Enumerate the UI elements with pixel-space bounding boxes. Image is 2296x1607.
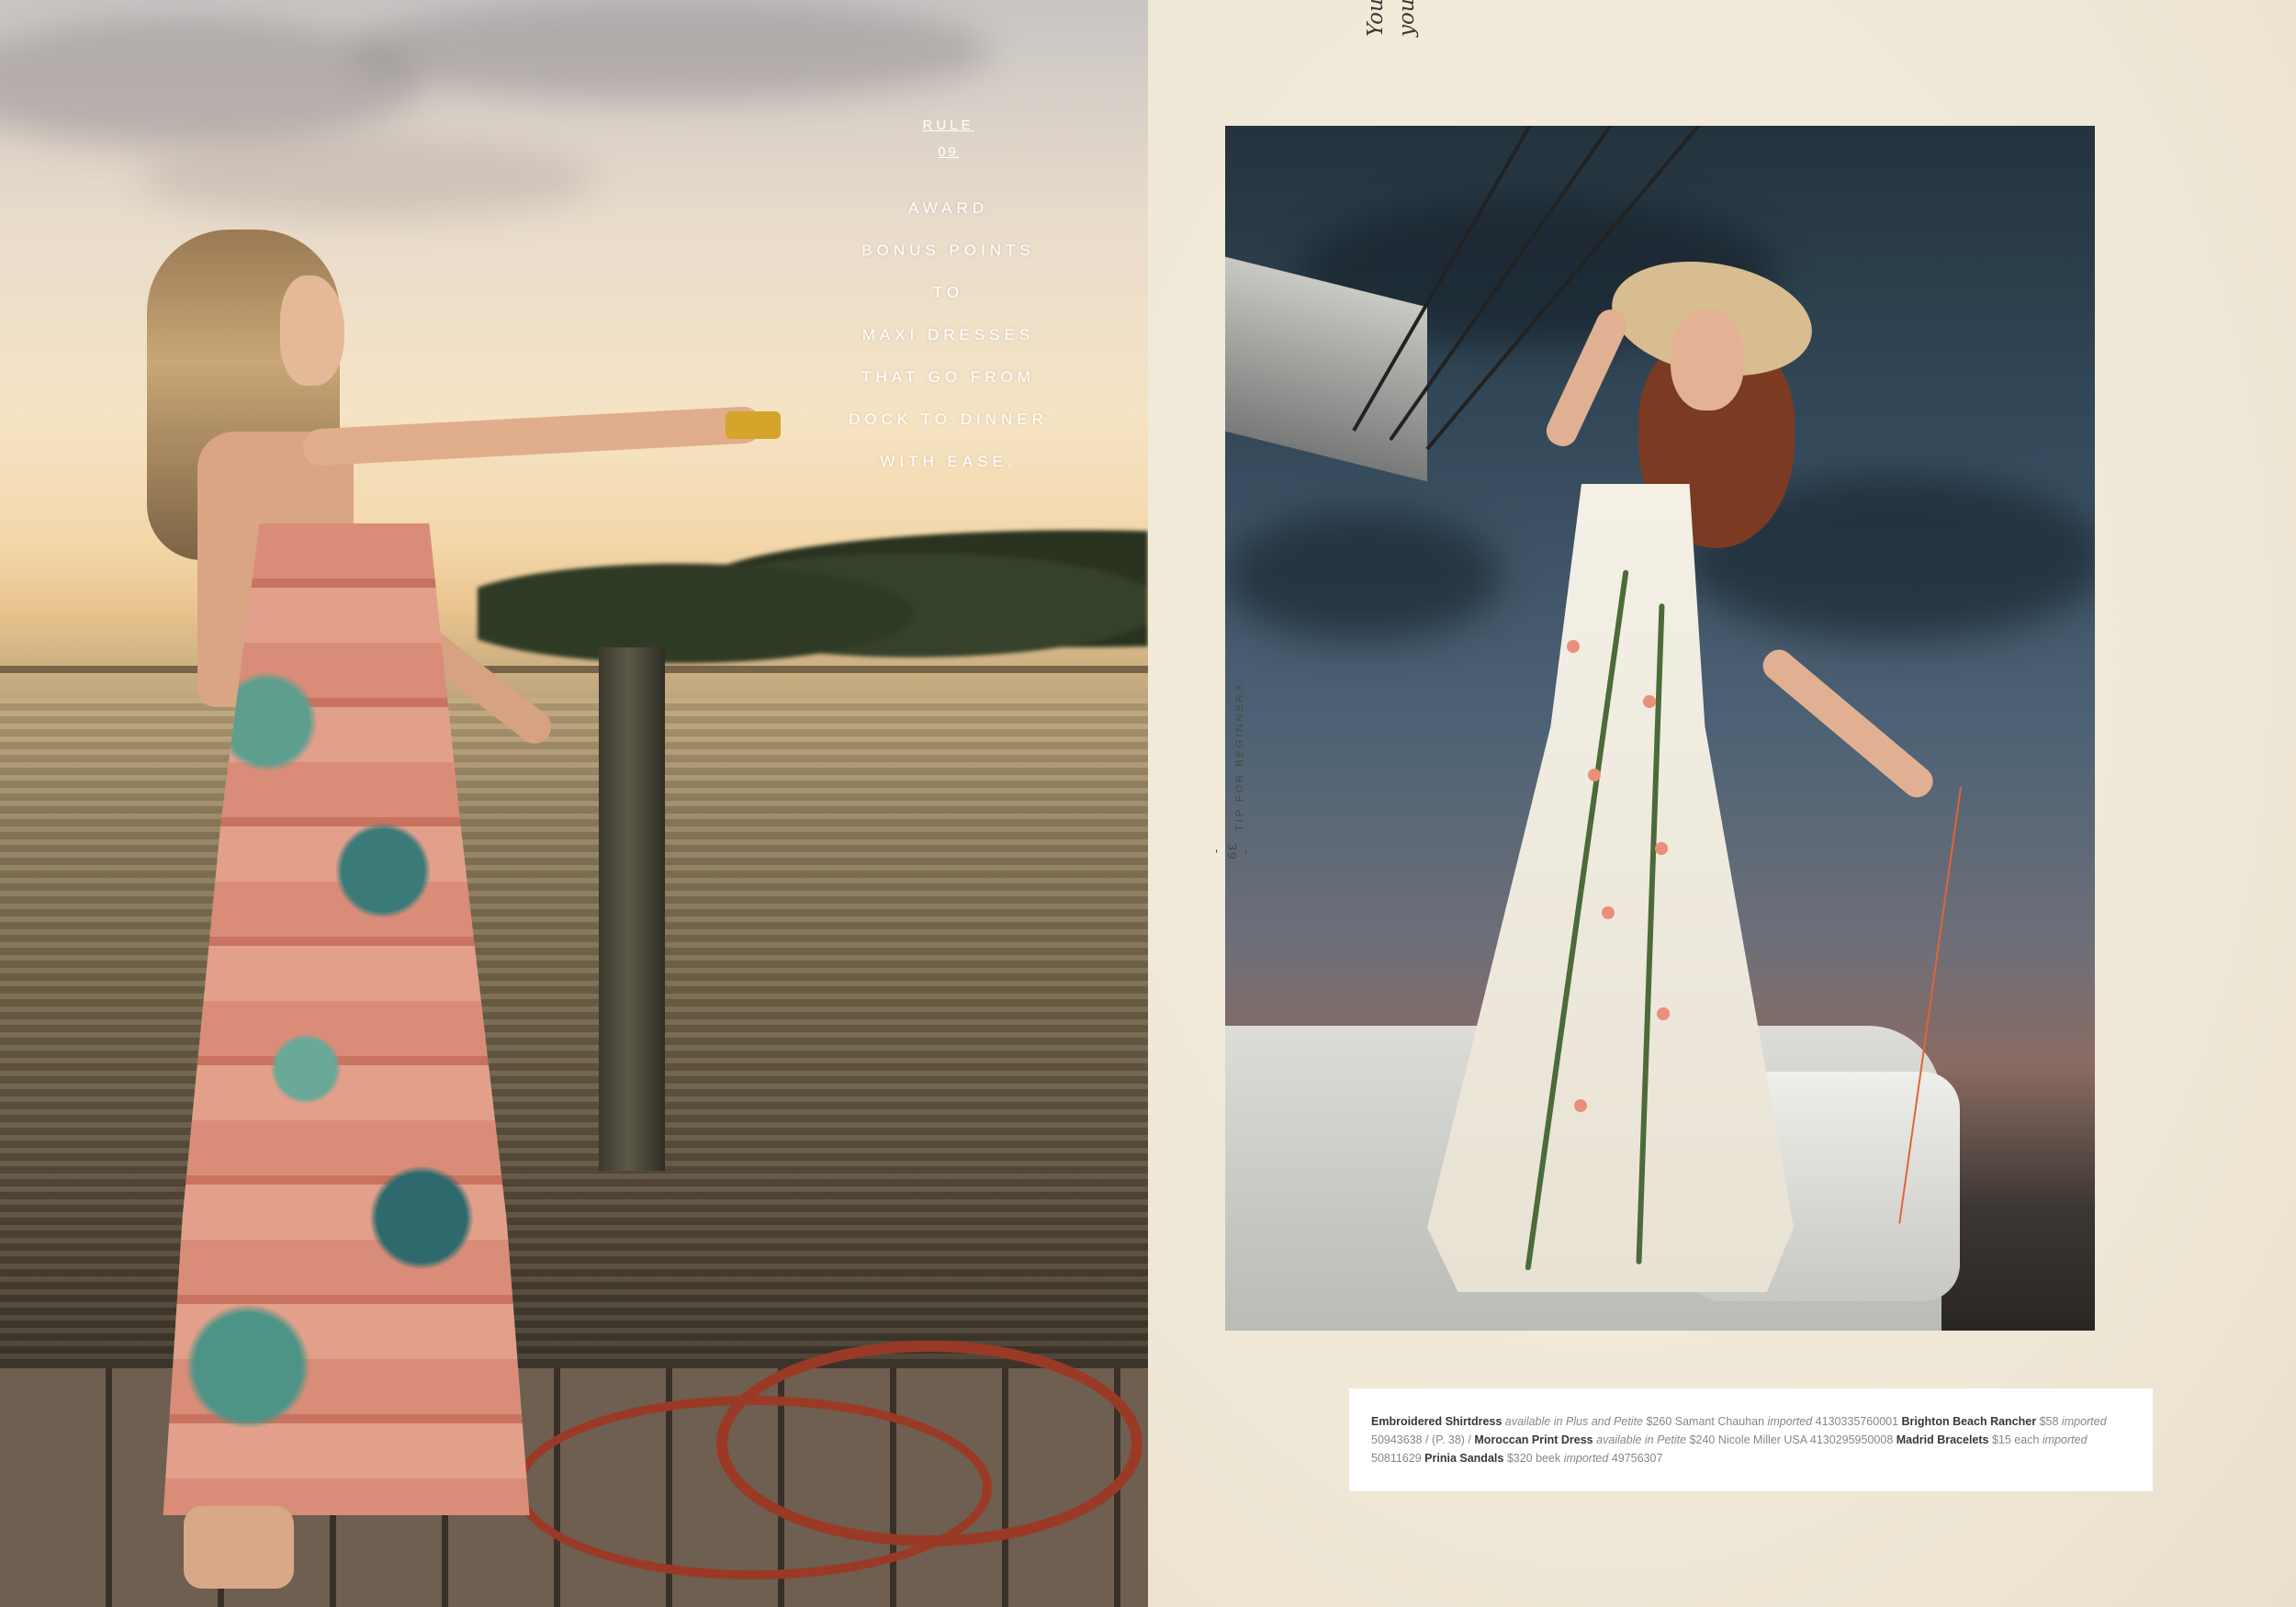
embroidered-flower	[1643, 695, 1656, 708]
hose-nozzle	[726, 411, 781, 439]
cloud	[349, 0, 992, 101]
product-origin: imported	[2061, 1415, 2107, 1428]
rule-line: TO	[932, 284, 964, 301]
product-detail: $320 beek	[1506, 1452, 1561, 1465]
handwritten-line: your elbow rather than your shoulder.	[1391, 0, 1423, 37]
product-name: Brighton Beach Rancher	[1901, 1415, 2037, 1428]
product-origin: imported	[2042, 1433, 2088, 1446]
coiled-hose	[514, 1396, 992, 1579]
rule-line: THAT GO FROM	[861, 368, 1035, 386]
embroidered-flower	[1588, 769, 1601, 781]
product-detail: $15 each	[1991, 1433, 2040, 1446]
embroidered-flower	[1574, 1099, 1587, 1112]
rule-line: BONUS POINTS	[861, 242, 1035, 259]
rule-line: AWARD	[907, 199, 988, 217]
embroidered-flower	[1602, 906, 1615, 919]
product-name: Prinia Sandals	[1424, 1452, 1504, 1465]
rule-block: RULE 09 AWARD BONUS POINTS TO MAXI DRESS…	[827, 118, 1070, 483]
left-page-photo: RULE 09 AWARD BONUS POINTS TO MAXI DRESS…	[0, 0, 1148, 1607]
embroidered-flower	[1657, 1007, 1670, 1020]
product-detail: $58	[2039, 1415, 2059, 1428]
product-detail: $240 Nicole Miller USA	[1689, 1433, 1807, 1446]
water	[0, 698, 1148, 1359]
right-page: Embroidered Shirtdress available in Plus…	[1148, 0, 2296, 1607]
product-note: available in Plus and Petite	[1504, 1415, 1643, 1428]
model-face	[1671, 309, 1744, 410]
rule-number: 09	[938, 144, 959, 160]
product-origin: imported	[1563, 1452, 1609, 1465]
model-feet	[184, 1506, 294, 1589]
embroidered-flower	[1567, 640, 1580, 653]
rule-line: MAXI DRESSES	[861, 326, 1035, 343]
cloud	[138, 138, 597, 220]
handwritten-line: Your cast will have a better snap with m…	[1360, 0, 1391, 37]
page-number: - 39 -	[1210, 843, 1255, 861]
product-detail: $260 Samant Chauhan	[1646, 1415, 1765, 1428]
rule-line: WITH EASE.	[880, 453, 1017, 470]
handwritten-note: Your cast will have a better snap with m…	[1360, 0, 1423, 37]
right-page-photo	[1225, 126, 2095, 1331]
embroidered-flower	[1655, 842, 1668, 855]
product-name: Embroidered Shirtdress	[1371, 1415, 1503, 1428]
dock-piling	[599, 647, 665, 1171]
product-name: Madrid Bracelets	[1896, 1433, 1989, 1446]
model-arm	[301, 405, 763, 466]
model-arm	[1757, 643, 1940, 804]
model-face	[280, 275, 344, 386]
product-origin: imported	[1767, 1415, 1813, 1428]
product-sku: 50943638	[1371, 1433, 1423, 1446]
product-name: Moroccan Print Dress	[1474, 1433, 1593, 1446]
product-caption-box: Embroidered Shirtdress available in Plus…	[1349, 1388, 2153, 1491]
treeline	[478, 514, 1148, 680]
cloud	[1225, 511, 1501, 640]
product-sku: 4130335760001	[1815, 1415, 1899, 1428]
distant-pier	[0, 666, 1148, 673]
product-caption: Embroidered Shirtdress available in Plus…	[1371, 1412, 2133, 1467]
product-sku: 49756307	[1611, 1452, 1663, 1465]
rule-line: DOCK TO DINNER	[849, 410, 1048, 428]
product-sku: 50811629	[1371, 1452, 1422, 1465]
page-reference: / (P. 38) /	[1425, 1433, 1471, 1446]
rule-label: RULE	[922, 118, 974, 133]
product-note: available in Petite	[1596, 1433, 1687, 1446]
product-sku: 4130295950008	[1809, 1433, 1894, 1446]
tip-heading: TIP FOR BEGINNERS:	[1234, 676, 1245, 831]
